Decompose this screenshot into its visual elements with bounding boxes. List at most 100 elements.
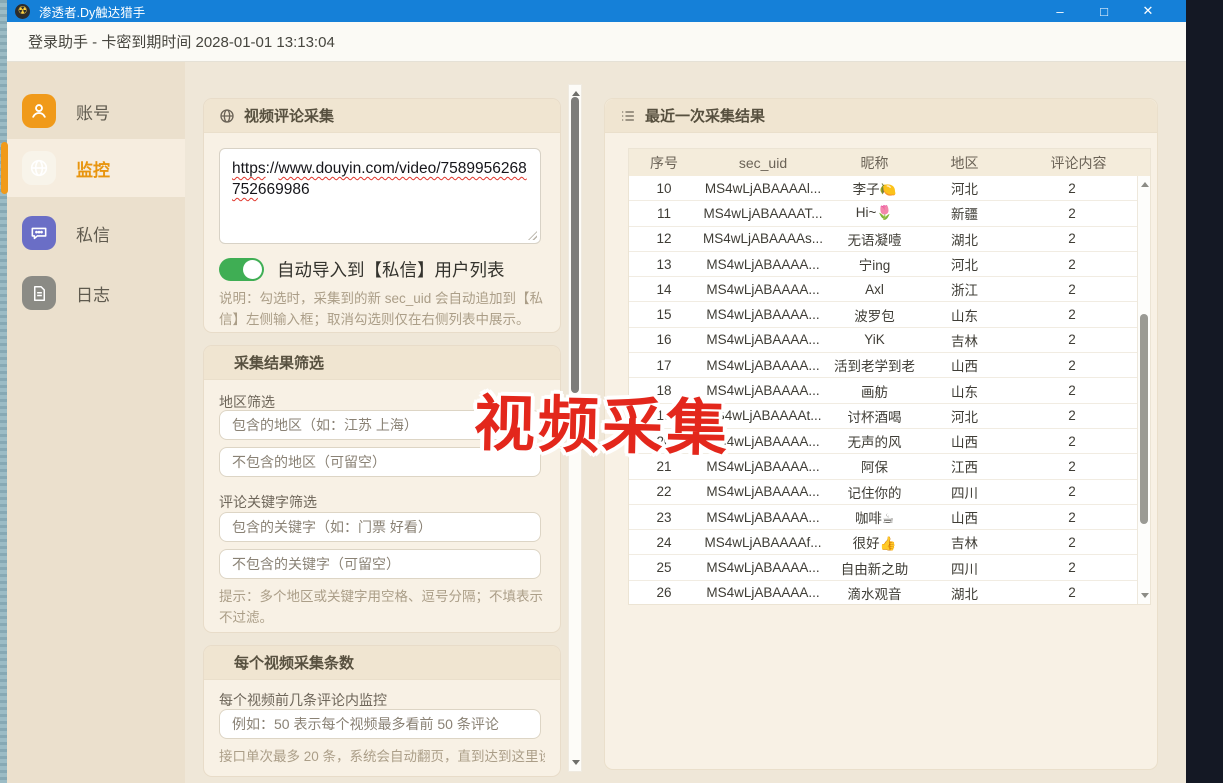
video-url-textarea[interactable]: https://www.douyin.com/video/75899562687…	[219, 148, 541, 244]
sidebar-item-label: 监控	[76, 156, 110, 181]
per-video-note: 接口单次最多 20 条，系统会自动翻页，直到达到这里设置	[219, 747, 545, 768]
table-cell: Axl	[827, 277, 922, 301]
table-cell: MS4wLjABAAAA...	[699, 353, 827, 377]
sidebar-item-account[interactable]: 账号	[7, 82, 185, 140]
auto-import-note: 说明：勾选时，采集到的新 sec_uid 会自动追加到【私信】左侧输入框；取消勾…	[219, 289, 545, 331]
collect-panel-header: 视频评论采集	[204, 99, 560, 133]
table-cell: MS4wLjABAAAA...	[699, 505, 827, 529]
table-row[interactable]: 17MS4wLjABAAAA...活到老学到老山西2	[629, 353, 1137, 378]
collect-panel: 视频评论采集 https://www.douyin.com/video/7589…	[203, 98, 561, 333]
table-cell: MS4wLjABAAAA...	[699, 581, 827, 604]
user-icon	[22, 94, 56, 128]
results-table: 序号sec_uid昵称地区评论内容 10MS4wLjABAAAAl...李子🍋河…	[628, 148, 1151, 605]
sidebar: 账号 监控 私信	[7, 62, 185, 783]
table-row[interactable]: 24MS4wLjABAAAAf...很好👍吉林2	[629, 530, 1137, 555]
table-cell: 山西	[922, 353, 1007, 377]
active-indicator	[1, 142, 8, 194]
table-cell: 吉林	[922, 328, 1007, 352]
table-row[interactable]: 13MS4wLjABAAAA...宁ing河北2	[629, 252, 1137, 277]
table-cell: 22	[629, 480, 699, 504]
column-header: 评论内容	[1007, 149, 1150, 176]
table-cell: 四川	[922, 555, 1007, 579]
per-video-label: 每个视频前几条评论内监控	[219, 690, 387, 710]
table-scrollbar-thumb[interactable]	[1140, 314, 1148, 524]
table-cell: 吉林	[922, 530, 1007, 554]
table-cell: 湖北	[922, 227, 1007, 251]
results-table-head: 序号sec_uid昵称地区评论内容	[629, 149, 1150, 176]
textarea-resize-handle[interactable]	[528, 231, 537, 240]
table-scroll-up-icon[interactable]	[1141, 182, 1149, 187]
table-row[interactable]: 26MS4wLjABAAAA...滴水观音湖北2	[629, 581, 1137, 604]
table-cell: MS4wLjABAAAAf...	[699, 530, 827, 554]
table-cell: 26	[629, 581, 699, 604]
scrollbar-thumb[interactable]	[571, 97, 579, 393]
per-video-panel-title: 每个视频采集条数	[234, 652, 354, 673]
list-icon	[620, 108, 636, 124]
minimize-button[interactable]: –	[1038, 0, 1082, 22]
table-cell: 波罗包	[827, 302, 922, 326]
table-row[interactable]: 16MS4wLjABAAAA...YiK吉林2	[629, 328, 1137, 353]
per-video-panel: 每个视频采集条数 每个视频前几条评论内监控 接口单次最多 20 条，系统会自动翻…	[203, 645, 561, 777]
sidebar-item-logs[interactable]: 日志	[7, 264, 185, 322]
filter-panel-title: 采集结果筛选	[234, 352, 324, 373]
scroll-down-icon[interactable]	[572, 760, 580, 765]
table-row[interactable]: 23MS4wLjABAAAA...咖啡☕山西2	[629, 505, 1137, 530]
column-header: sec_uid	[699, 149, 827, 176]
table-cell: 17	[629, 353, 699, 377]
table-cell: 2	[1007, 277, 1137, 301]
table-cell: Hi~🌷	[827, 201, 922, 225]
keyword-filter-label: 评论关键字筛选	[219, 492, 317, 512]
document-icon	[22, 276, 56, 310]
table-cell: 山东	[922, 378, 1007, 402]
table-cell: 11	[629, 201, 699, 225]
auto-import-toggle[interactable]	[219, 258, 264, 281]
table-cell: 活到老学到老	[827, 353, 922, 377]
table-row[interactable]: 12MS4wLjABAAAAs...无语凝噎湖北2	[629, 227, 1137, 252]
table-cell: 25	[629, 555, 699, 579]
close-button[interactable]: ✕	[1126, 0, 1170, 22]
table-row[interactable]: 25MS4wLjABAAAA...自由新之助四川2	[629, 555, 1137, 580]
table-row[interactable]: 15MS4wLjABAAAA...波罗包山东2	[629, 302, 1137, 327]
per-video-count-input[interactable]	[219, 709, 541, 739]
table-cell: 讨杯酒喝	[827, 404, 922, 428]
table-scrollbar[interactable]	[1137, 176, 1150, 604]
table-cell: MS4wLjABAAAAT...	[699, 201, 827, 225]
watermark-text: 视频采集	[473, 373, 731, 467]
maximize-button[interactable]: □	[1082, 0, 1126, 22]
table-cell: 河北	[922, 404, 1007, 428]
table-cell: 2	[1007, 201, 1137, 225]
table-cell: 13	[629, 252, 699, 276]
table-row[interactable]: 10MS4wLjABAAAAl...李子🍋河北2	[629, 176, 1137, 201]
keyword-exclude-input[interactable]	[219, 549, 541, 579]
table-cell: 23	[629, 505, 699, 529]
table-cell: 湖北	[922, 581, 1007, 604]
url-part: 669986	[258, 181, 310, 198]
table-row[interactable]: 14MS4wLjABAAAA...Axl浙江2	[629, 277, 1137, 302]
table-row[interactable]: 22MS4wLjABAAAA...记住你的四川2	[629, 480, 1137, 505]
url-part: ://	[266, 160, 279, 177]
table-cell: MS4wLjABAAAA...	[699, 277, 827, 301]
table-cell: 2	[1007, 252, 1137, 276]
table-cell: MS4wLjABAAAA...	[699, 302, 827, 326]
table-cell: 12	[629, 227, 699, 251]
column-header: 昵称	[827, 149, 922, 176]
collect-panel-title: 视频评论采集	[244, 105, 334, 126]
table-cell: 10	[629, 176, 699, 200]
table-row[interactable]: 11MS4wLjABAAAAT...Hi~🌷新疆2	[629, 201, 1137, 226]
globe-icon	[22, 151, 56, 185]
sidebar-item-messages[interactable]: 私信	[7, 204, 185, 262]
sidebar-item-monitor[interactable]: 监控	[7, 139, 185, 197]
table-cell: 2	[1007, 581, 1137, 604]
keyword-include-input[interactable]	[219, 512, 541, 542]
table-cell: 李子🍋	[827, 176, 922, 200]
scroll-up-icon[interactable]	[572, 91, 580, 96]
sidebar-item-label: 日志	[76, 281, 110, 306]
table-cell: 2	[1007, 530, 1137, 554]
table-cell: 山西	[922, 429, 1007, 453]
results-panel-header: 最近一次采集结果	[605, 99, 1157, 133]
table-cell: MS4wLjABAAAA...	[699, 252, 827, 276]
table-cell: 河北	[922, 252, 1007, 276]
table-cell: 咖啡☕	[827, 505, 922, 529]
table-scroll-down-icon[interactable]	[1141, 593, 1149, 598]
region-filter-label: 地区筛选	[219, 392, 275, 412]
